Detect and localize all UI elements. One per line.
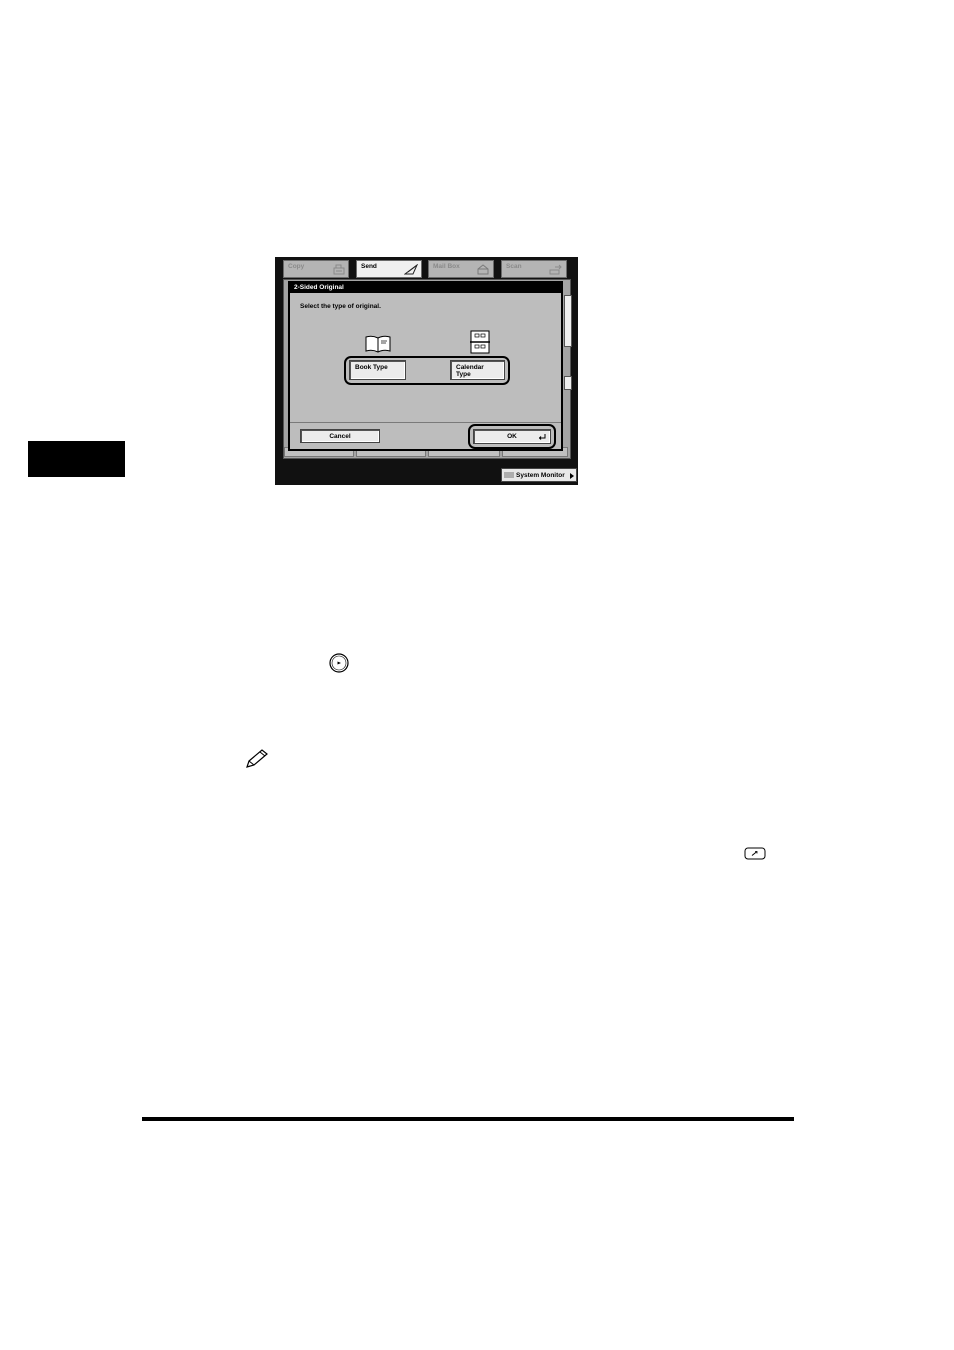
dialog-title: 2-Sided Original <box>294 284 344 291</box>
calendar-type-label: Calendar Type <box>456 364 484 378</box>
dialog-instruction: Select the type of original. <box>300 303 381 310</box>
ok-button[interactable]: OK <box>473 429 551 444</box>
dialog-title-bar: 2-Sided Original <box>290 283 561 293</box>
copy-icon <box>333 264 345 275</box>
book-type-button[interactable]: Book Type <box>349 360 406 380</box>
touch-panel-screenshot: Copy Send Mail Box Scan 2-Sided Original… <box>275 257 578 485</box>
footer-rule <box>142 1117 794 1121</box>
tab-mail-box-label: Mail Box <box>433 263 460 270</box>
dialog-divider <box>290 422 561 423</box>
tab-send[interactable]: Send <box>356 260 422 278</box>
tab-mail-box[interactable]: Mail Box <box>428 260 494 278</box>
system-monitor-icon <box>504 472 514 478</box>
tab-copy[interactable]: Copy <box>283 260 349 278</box>
tab-send-label: Send <box>361 263 377 270</box>
note-pencil-icon <box>246 749 268 768</box>
mailbox-icon <box>477 264 489 275</box>
chevron-right-icon <box>570 473 574 479</box>
enter-icon <box>539 434 546 440</box>
tab-scan[interactable]: Scan <box>501 260 567 278</box>
background-side-control <box>564 295 572 347</box>
reset-key-icon <box>744 847 766 860</box>
system-monitor-button[interactable]: System Monitor <box>501 468 577 482</box>
cancel-button[interactable]: Cancel <box>300 429 380 443</box>
book-type-icon <box>365 335 391 353</box>
background-side-control <box>564 376 572 390</box>
calendar-type-button[interactable]: Calendar Type <box>450 360 505 380</box>
scan-icon <box>549 264 562 275</box>
two-sided-original-dialog: 2-Sided Original Select the type of orig… <box>288 281 563 451</box>
calendar-type-icon <box>470 330 490 354</box>
start-key-icon <box>329 653 349 673</box>
send-icon <box>404 264 418 275</box>
book-type-label: Book Type <box>355 364 388 371</box>
tab-scan-label: Scan <box>506 263 522 270</box>
system-monitor-label: System Monitor <box>516 472 565 479</box>
chapter-tab <box>28 441 125 477</box>
cancel-label: Cancel <box>329 433 351 440</box>
tab-copy-label: Copy <box>288 263 305 270</box>
